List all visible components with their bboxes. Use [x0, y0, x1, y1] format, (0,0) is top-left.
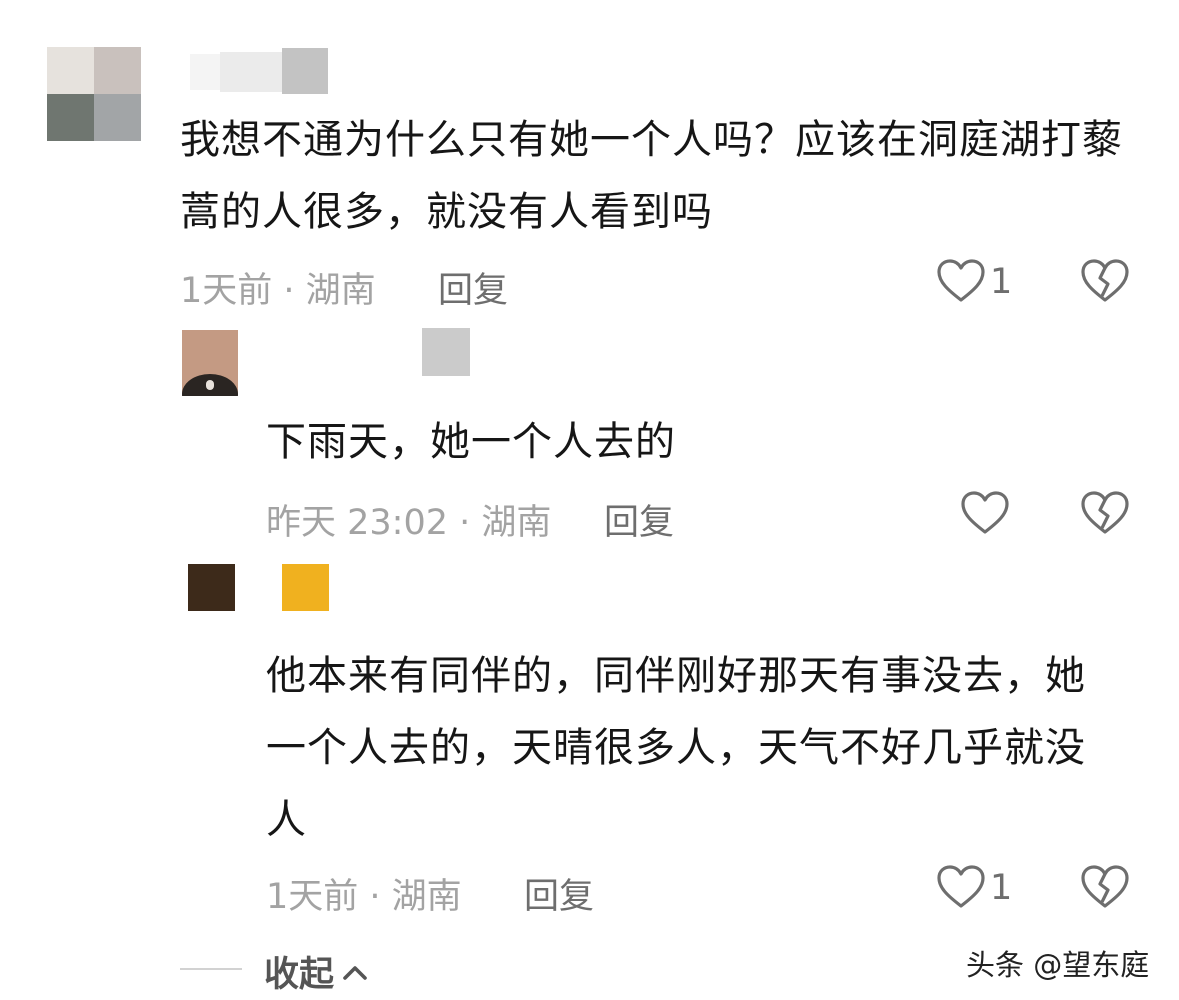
comment-meta: 1天前 · 湖南: [266, 868, 462, 919]
comment-location: 湖南: [481, 503, 552, 543]
comment-time: 1天前: [180, 271, 273, 311]
avatar[interactable]: [182, 330, 238, 396]
broken-heart-icon[interactable]: [1080, 258, 1130, 304]
reply-button[interactable]: 回复: [524, 868, 594, 919]
broken-heart-icon[interactable]: [1080, 490, 1130, 536]
like-count: 1: [990, 262, 1013, 302]
comment-text: 下雨天，她一个人去的: [266, 419, 676, 465]
meta-separator: ·: [358, 877, 392, 917]
chevron-up-icon: [342, 963, 368, 981]
heart-outline-icon[interactable]: [936, 864, 986, 910]
username-mosaic[interactable]: [422, 328, 470, 376]
avatar[interactable]: [47, 47, 141, 141]
avatar[interactable]: [188, 564, 235, 611]
comment-time: 昨天 23:02: [266, 503, 448, 543]
broken-heart-icon[interactable]: [1080, 864, 1130, 910]
collapse-label: 收起: [264, 955, 335, 995]
reply-button[interactable]: 回复: [438, 262, 508, 313]
comment-location: 湖南: [305, 271, 376, 311]
heart-outline-icon[interactable]: [936, 258, 986, 304]
comment-meta: 1天前 · 湖南: [180, 262, 376, 313]
comment-time: 1天前: [266, 877, 359, 917]
meta-separator: ·: [448, 503, 482, 543]
reply-button[interactable]: 回复: [604, 494, 674, 545]
watermark: 头条 @望东庭: [966, 948, 1150, 982]
comment-meta: 昨天 23:02 · 湖南: [266, 494, 551, 545]
heart-outline-icon[interactable]: [960, 490, 1010, 536]
collapse-divider: [180, 968, 242, 970]
like-count: 1: [990, 868, 1013, 908]
username-mosaic[interactable]: [190, 48, 330, 96]
comment-location: 湖南: [391, 877, 462, 917]
username-mosaic[interactable]: [282, 564, 329, 611]
collapse-button[interactable]: 收起: [264, 946, 368, 997]
comment-text: 我想不通为什么只有她一个人吗？应该在洞庭湖打藜蒿的人很多，就没有人看到吗: [180, 117, 1123, 235]
comment-text: 他本来有同伴的，同伴刚好那天有事没去，她一个人去的，天晴很多人，天气不好几乎就没…: [266, 653, 1086, 843]
meta-separator: ·: [272, 271, 306, 311]
